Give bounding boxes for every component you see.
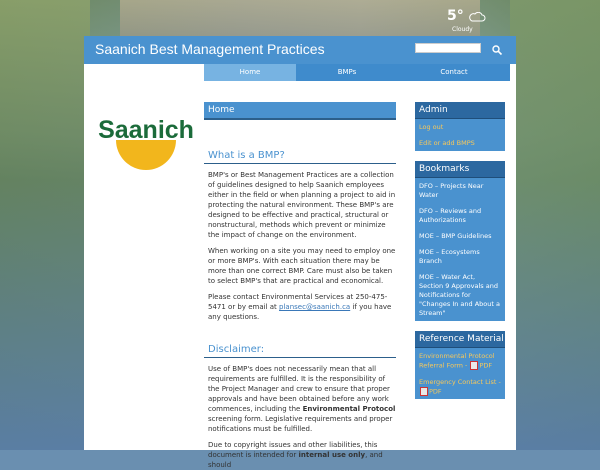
main-content: Home What is a BMP? BMP's or Best Manage…: [204, 102, 396, 470]
reference-heading: Reference Material: [415, 331, 505, 348]
saanich-logo[interactable]: Saanich: [98, 94, 194, 178]
weather-condition: Cloudy: [452, 26, 473, 33]
disclaimer-heading: Disclaimer:: [204, 344, 396, 358]
weather-temperature: 5°: [447, 8, 464, 24]
cloud-icon: [469, 12, 486, 22]
admin-heading: Admin: [415, 102, 505, 119]
intro-paragraph: BMP's or Best Management Practices are a…: [208, 171, 396, 239]
bookmark-link[interactable]: MOE – Water Act, Section 9 Approvals and…: [415, 269, 505, 321]
disclaimer-paragraph: Use of BMP's does not necessarily mean t…: [208, 364, 396, 434]
reference-link[interactable]: Emergency Contact List - PDF: [415, 374, 505, 400]
admin-box: Admin Log out Edit or add BMPS: [415, 102, 505, 151]
bookmarks-box: Bookmarks DFO – Projects Near Water DFO …: [415, 161, 505, 321]
logout-link[interactable]: Log out: [415, 119, 505, 135]
site-header: Saanich Best Management Practices: [84, 36, 516, 64]
contact-paragraph: Please contact Environmental Services at…: [208, 292, 396, 322]
copyright-bold: internal use only: [298, 451, 366, 459]
tab-contact[interactable]: Contact: [398, 64, 510, 81]
background-deck: [120, 0, 480, 36]
bmp-heading: What is a BMP?: [204, 150, 396, 164]
main-page: Home BMPs Contact Saanich Home What is a…: [84, 64, 516, 469]
copyright-paragraph: Due to copyright issues and other liabil…: [208, 440, 396, 470]
bookmarks-heading: Bookmarks: [415, 161, 505, 178]
site-paragraph: When working on a site you may need to e…: [208, 247, 396, 285]
bookmark-link[interactable]: MOE – BMP Guidelines: [415, 228, 505, 244]
search-input[interactable]: [415, 43, 481, 53]
page-title: Home: [204, 102, 396, 120]
pdf-icon: [420, 386, 428, 396]
reference-link[interactable]: Environmental Protocol Referral Form - P…: [415, 348, 505, 374]
email-link[interactable]: plansec@saanich.ca: [279, 303, 350, 311]
bookmark-link[interactable]: MOE – Ecosystems Branch: [415, 244, 505, 269]
edit-bmps-link[interactable]: Edit or add BMPS: [415, 135, 505, 151]
reference-box: Reference Material Environmental Protoco…: [415, 331, 505, 399]
bookmark-link[interactable]: DFO – Projects Near Water: [415, 178, 505, 203]
main-nav: Home BMPs Contact: [204, 64, 510, 81]
pdf-label: PDF: [429, 387, 442, 395]
tab-bmps[interactable]: BMPs: [296, 64, 398, 81]
sidebar: Admin Log out Edit or add BMPS Bookmarks…: [415, 102, 505, 409]
site-title[interactable]: Saanich Best Management Practices: [95, 41, 325, 57]
background-plant-left: [0, 0, 90, 450]
pdf-icon: [470, 361, 479, 370]
background-plant-right: [510, 0, 600, 450]
disclaimer-text-end: screening form. Legislative requirements…: [208, 415, 393, 433]
weather-widget: 5° Cloudy: [444, 6, 496, 36]
search-icon[interactable]: [491, 44, 503, 56]
bookmark-link[interactable]: DFO – Reviews and Authorizations: [415, 203, 505, 228]
reference-link-text: Emergency Contact List -: [419, 377, 501, 386]
pdf-label: PDF: [479, 361, 493, 370]
disclaimer-bold: Environmental Protocol: [302, 405, 396, 413]
tab-home[interactable]: Home: [204, 64, 296, 81]
logo-text: Saanich: [98, 116, 194, 144]
